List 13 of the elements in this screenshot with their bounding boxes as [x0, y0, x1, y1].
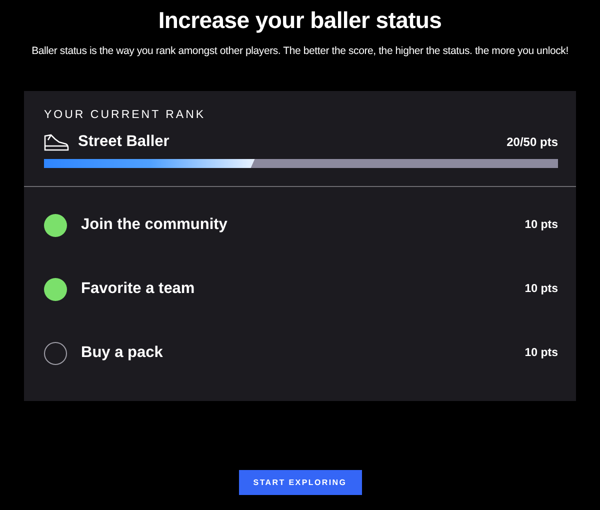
rank-points: 20/50 pts — [506, 135, 558, 149]
page-subtitle: Baller status is the way you rank amongst other players. The better the score, the higher the status. the more you unlock! — [32, 44, 568, 58]
task-label: Join the community — [81, 216, 228, 234]
rank-heading: YOUR CURRENT RANK — [44, 109, 207, 121]
task-label: Buy a pack — [81, 344, 164, 362]
sneaker-icon — [44, 134, 69, 150]
task-label: Favorite a team — [81, 280, 196, 298]
rank-name: Street Baller — [78, 133, 170, 151]
page-title: Increase your baller status — [158, 6, 442, 34]
start-exploring-button[interactable]: START EXPLORING — [238, 470, 362, 495]
task-points: 10 pts — [524, 347, 558, 359]
task-points: 10 pts — [524, 219, 558, 231]
task-points: 10 pts — [524, 283, 558, 295]
